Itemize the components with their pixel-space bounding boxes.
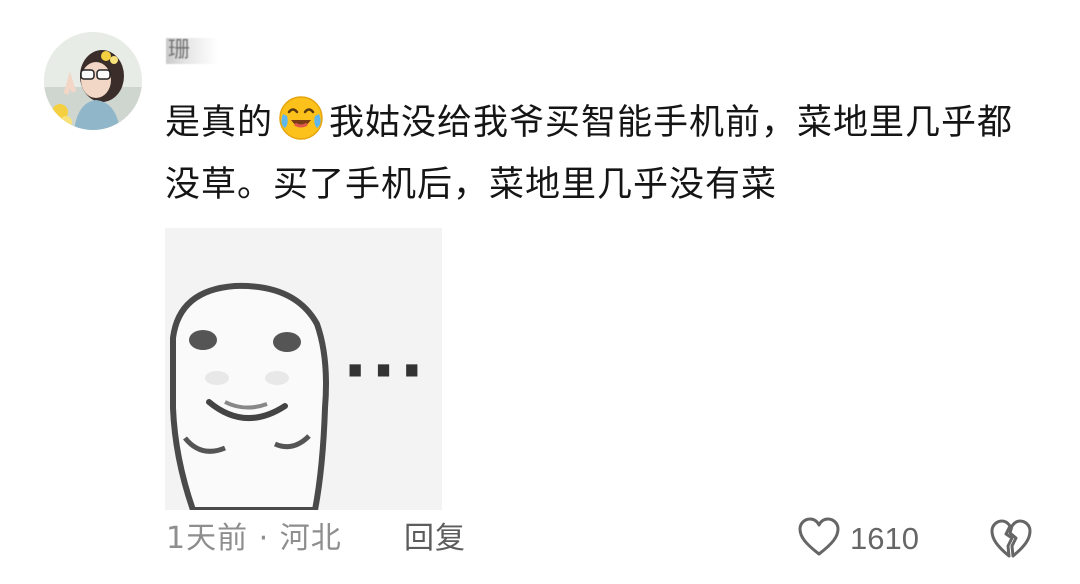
broken-heart-icon[interactable]: [988, 516, 1034, 562]
comment-text-part1: 是真的: [165, 103, 274, 143]
crying-laughing-emoji-icon: [277, 94, 325, 142]
comment-text: 是真的 我姑没给我爷买智能手机前，菜地里几乎都没草。买了手机后，菜地里几乎没有菜: [165, 92, 1045, 216]
like-count: 1610: [850, 521, 919, 556]
heart-icon: [796, 516, 842, 562]
meme-sticker-image[interactable]: ···: [165, 228, 442, 510]
sticker-ellipsis: ···: [343, 335, 428, 409]
reply-button[interactable]: 回复: [404, 519, 466, 559]
like-button[interactable]: 1610: [796, 516, 919, 562]
avatar[interactable]: [44, 32, 142, 130]
time-location: 1天前 · 河北: [166, 521, 342, 556]
username[interactable]: 珊: [166, 38, 218, 64]
comment-item: 珊 是真的 我姑没给我爷买智能手机前，菜地里几乎都没草。买了手机后，菜地里几乎没…: [0, 0, 1080, 584]
